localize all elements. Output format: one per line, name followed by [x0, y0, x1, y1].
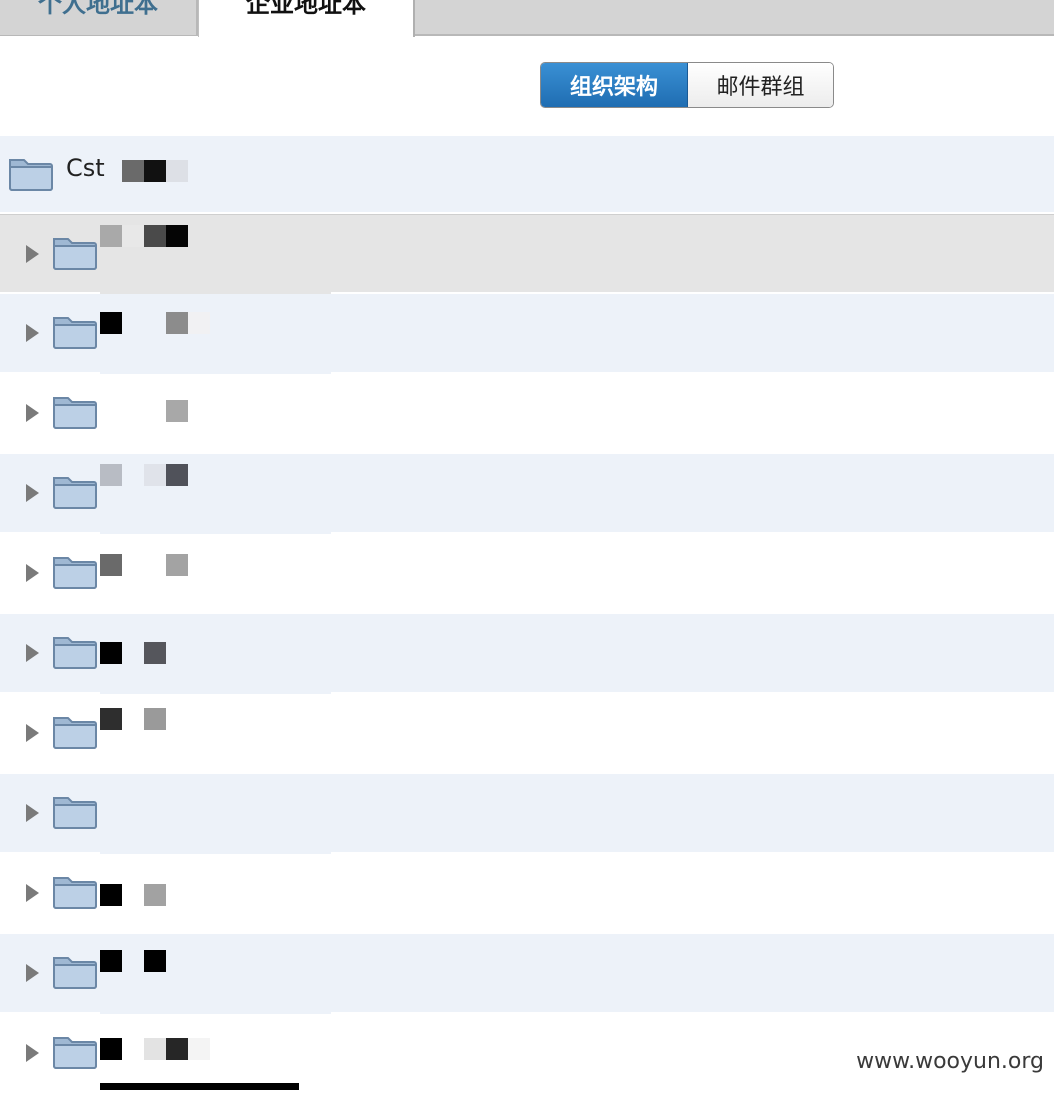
redacted-node-label: [100, 1014, 331, 1094]
folder-icon: [53, 1037, 97, 1069]
tree-node[interactable]: [0, 854, 1054, 934]
tree-node[interactable]: [0, 614, 1054, 694]
expand-triangle-icon[interactable]: [26, 644, 39, 662]
tree-node[interactable]: [0, 214, 1054, 295]
expand-triangle-icon[interactable]: [26, 245, 39, 263]
expand-triangle-icon[interactable]: [26, 964, 39, 982]
redacted-node-label: [100, 374, 331, 454]
folder-icon: [53, 317, 97, 349]
redaction-bar: [100, 1083, 299, 1090]
redaction-block: [144, 160, 166, 182]
folder-icon: [53, 877, 97, 909]
tree-node[interactable]: [0, 774, 1054, 854]
expand-triangle-icon[interactable]: [26, 404, 39, 422]
tree-node[interactable]: [0, 454, 1054, 534]
expand-triangle-icon[interactable]: [26, 804, 39, 822]
redacted-node-label: [100, 934, 331, 1014]
redacted-node-label: [100, 454, 331, 534]
address-book-tabbar: 个人地址本 企业地址本: [0, 0, 1054, 37]
folder-icon: [53, 717, 97, 749]
redaction-block: [122, 160, 144, 182]
tree-node[interactable]: [0, 934, 1054, 1014]
redacted-node-label: [100, 694, 331, 774]
mail-groups-button[interactable]: 邮件群组: [688, 63, 833, 107]
expand-triangle-icon[interactable]: [26, 564, 39, 582]
tree-root-node[interactable]: Cst: [0, 136, 1054, 214]
view-toggle: 组织架构 邮件群组: [540, 62, 834, 108]
tab-personal-address-book[interactable]: 个人地址本: [0, 0, 198, 35]
redacted-node-label: [100, 215, 331, 295]
expand-triangle-icon[interactable]: [26, 1044, 39, 1062]
expand-triangle-icon[interactable]: [26, 884, 39, 902]
folder-icon: [53, 238, 97, 270]
tree-node[interactable]: [0, 534, 1054, 614]
expand-triangle-icon[interactable]: [26, 324, 39, 342]
tree-node[interactable]: [0, 294, 1054, 374]
tree-node[interactable]: [0, 374, 1054, 454]
org-structure-button[interactable]: 组织架构: [541, 63, 688, 107]
redacted-node-label: [100, 774, 331, 854]
folder-icon: [53, 637, 97, 669]
folder-icon: [53, 797, 97, 829]
watermark-text: www.wooyun.org: [856, 1049, 1044, 1074]
expand-triangle-icon[interactable]: [26, 484, 39, 502]
redacted-node-label: [100, 854, 331, 934]
folder-icon: [53, 477, 97, 509]
tab-enterprise-address-book[interactable]: 企业地址本: [198, 0, 415, 37]
redacted-node-label: [100, 294, 331, 374]
redaction-block: [166, 160, 188, 182]
tree-root-label: Cst: [66, 154, 105, 182]
redacted-node-label: [100, 614, 331, 694]
folder-icon: [9, 159, 53, 191]
folder-icon: [53, 557, 97, 589]
folder-icon: [53, 957, 97, 989]
expand-triangle-icon[interactable]: [26, 724, 39, 742]
tree-node[interactable]: [0, 694, 1054, 774]
folder-icon: [53, 397, 97, 429]
org-tree: Cst: [0, 136, 1054, 1094]
redacted-node-label: [100, 534, 331, 614]
